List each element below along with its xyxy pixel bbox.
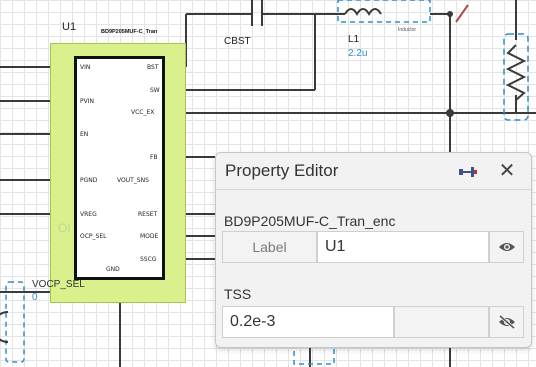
tss-row bbox=[222, 306, 524, 338]
faded-label: OI bbox=[58, 221, 71, 235]
tss-param-label: TSS bbox=[224, 286, 252, 302]
label-row: Label U1 bbox=[222, 231, 524, 263]
pin-ocp-sel: OCP_SEL bbox=[80, 233, 107, 240]
label-value-field[interactable]: U1 bbox=[317, 231, 489, 263]
capacitor-label: CBST bbox=[224, 36, 251, 47]
pin-bst: BST bbox=[147, 64, 159, 71]
component-ref: U1 bbox=[62, 21, 77, 33]
pin-reset: RESET bbox=[138, 211, 158, 218]
component-name-heading: BD9P205MUF-C_Tran_enc bbox=[224, 213, 396, 229]
pin-en: EN bbox=[80, 131, 89, 138]
net-value: 0 bbox=[32, 292, 38, 303]
inductor-value: 2.2u bbox=[348, 48, 368, 59]
header-divider bbox=[216, 189, 531, 190]
pin-vcc-ex: VCC_EX bbox=[131, 109, 155, 116]
tss-empty-cell bbox=[394, 306, 489, 338]
pin-sscg: SSCG bbox=[140, 256, 157, 263]
property-editor-header[interactable]: Property Editor ✕ bbox=[216, 153, 531, 189]
pin-vin: VIN bbox=[80, 64, 91, 71]
inductor-ref: L1 bbox=[348, 34, 360, 45]
net-label: VOCP_SEL bbox=[32, 279, 85, 290]
label-field-name: Label bbox=[222, 231, 317, 263]
eye-icon[interactable] bbox=[489, 231, 524, 263]
property-editor-title: Property Editor bbox=[225, 161, 339, 180]
pin-vout-sns: VOUT_SNS bbox=[117, 177, 149, 184]
eye-slash-icon[interactable] bbox=[489, 306, 524, 338]
tss-value-input[interactable] bbox=[222, 306, 394, 338]
inductor-type: Inductor bbox=[398, 27, 417, 33]
pin-pvin: PVIN bbox=[80, 98, 94, 105]
pin-icon[interactable] bbox=[456, 163, 478, 181]
pin-pgnd: PGND bbox=[80, 177, 98, 184]
pin-gnd: GND bbox=[106, 266, 120, 273]
pin-fb: FB bbox=[150, 154, 158, 161]
close-icon[interactable]: ✕ bbox=[496, 160, 518, 182]
property-editor-panel[interactable]: Property Editor ✕ BD9P205MUF-C_Tran_enc … bbox=[215, 152, 532, 348]
pin-mode: MODE bbox=[140, 233, 159, 240]
pin-sw: SW bbox=[150, 87, 160, 94]
pin-vreg: VREG bbox=[80, 211, 97, 218]
component-part-name: BD9P205MUF-C_Tran bbox=[101, 29, 158, 35]
